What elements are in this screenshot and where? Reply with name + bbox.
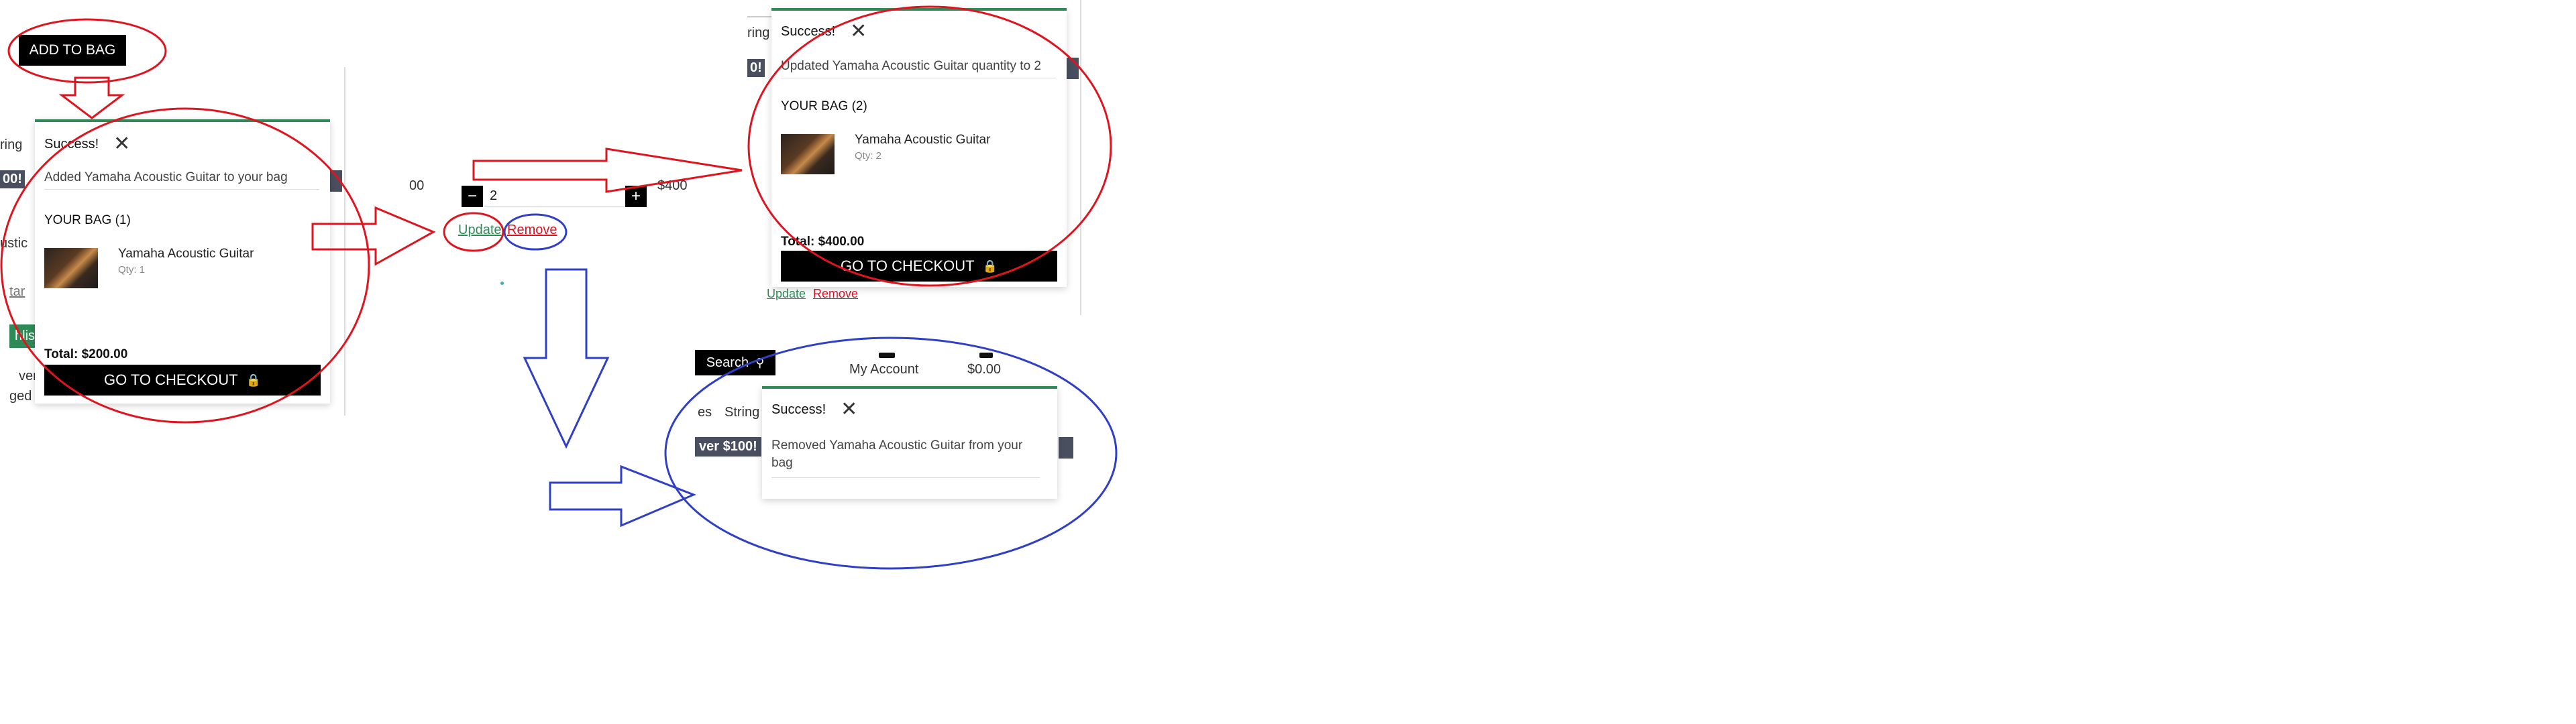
red-ellipse-add-button (7, 18, 167, 84)
red-arrow-right-1 (311, 206, 436, 266)
red-ellipse-updated-toast (747, 5, 1112, 287)
blue-ellipse-removed-toast (664, 337, 1118, 570)
annotation-overlay (0, 5, 1118, 570)
blue-arrow-right (549, 465, 696, 528)
blue-ellipse-remove-link (503, 213, 568, 251)
red-arrow-right-2 (472, 147, 743, 193)
red-ellipse-added-toast (0, 107, 370, 424)
red-ellipse-update-link (443, 212, 504, 252)
red-arrow-down (58, 76, 125, 119)
blue-arrow-down (523, 268, 610, 449)
